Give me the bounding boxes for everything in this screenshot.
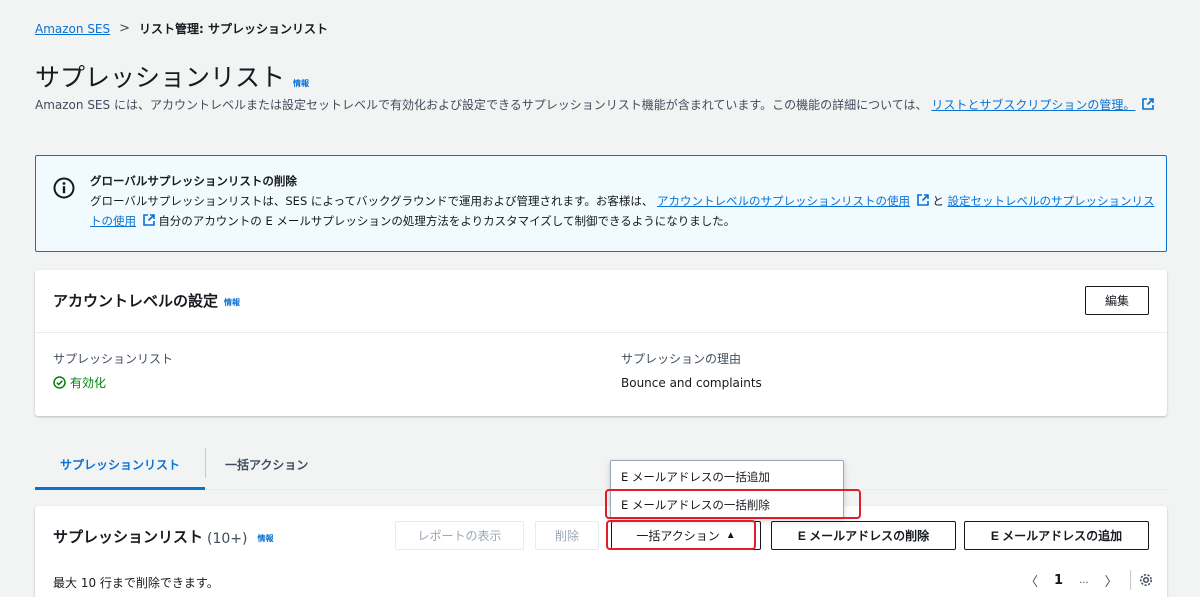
alert-text-1: グローバルサプレッションリストは、SES によってバックグラウンドで運用および管…	[90, 194, 654, 208]
pagination: 〈 1 ... 〉	[1017, 570, 1153, 590]
list-title: サプレッションリスト	[53, 528, 204, 546]
account-settings-card: アカウントレベルの設定 情報 編集 サプレッションリスト 有効化 サプレッション…	[35, 270, 1167, 416]
card-divider	[35, 332, 1167, 333]
lists-subscriptions-link[interactable]: リストとサブスクリプションの管理。	[931, 98, 1135, 112]
account-level-suppression-link[interactable]: アカウントレベルのサプレッションリストの使用	[657, 194, 910, 208]
edit-button[interactable]: 編集	[1085, 286, 1149, 315]
list-count: (10+)	[207, 531, 248, 547]
suppression-list-value: 有効化	[70, 376, 107, 390]
caret-up-icon: ▲	[725, 530, 736, 541]
list-info-link[interactable]: 情報	[257, 533, 273, 544]
list-header: サプレッションリスト (10+) 情報	[53, 526, 273, 547]
alert-text-2: と	[932, 194, 948, 208]
suppression-list-card: サプレッションリスト (10+) 情報 レポートの表示 削除 一括アクション ▲…	[35, 506, 1167, 597]
page-info-link[interactable]: 情報	[293, 78, 309, 89]
tab-divider	[205, 448, 206, 478]
suppression-reason-value: Bounce and complaints	[621, 376, 762, 390]
page-description: Amazon SES には、アカウントレベルまたは設定セットレベルで有効化および…	[35, 95, 1175, 115]
info-alert: グローバルサプレッションリストの削除 グローバルサプレッションリストは、SES …	[35, 155, 1167, 252]
external-link-icon	[1142, 98, 1155, 110]
add-email-button[interactable]: E メールアドレスの追加	[964, 521, 1149, 550]
delete-button[interactable]: 削除	[535, 521, 599, 550]
delete-limit-note: 最大 10 行まで削除できます。	[53, 576, 219, 590]
menu-bulk-delete-emails[interactable]: E メールアドレスの一括削除	[611, 490, 843, 519]
delete-email-button[interactable]: E メールアドレスの削除	[771, 521, 956, 550]
menu-bulk-add-emails[interactable]: E メールアドレスの一括追加	[611, 462, 843, 491]
page-number[interactable]: 1	[1046, 573, 1071, 588]
alert-body: グローバルサプレッションリストは、SES によってバックグラウンドで運用および管…	[90, 191, 1160, 231]
bulk-actions-button[interactable]: 一括アクション ▲	[611, 521, 761, 550]
page-ellipsis: ...	[1079, 574, 1089, 586]
prev-page-button[interactable]: 〈	[1017, 571, 1046, 590]
account-settings-title: アカウントレベルの設定	[53, 292, 219, 310]
account-info-link[interactable]: 情報	[224, 297, 240, 308]
external-link-icon	[916, 194, 929, 206]
bulk-actions-menu: E メールアドレスの一括追加 E メールアドレスの一括削除	[610, 460, 844, 519]
suppression-list-status: 有効化	[53, 374, 106, 391]
alert-text-3: 自分のアカウントの E メールサプレッションの処理方法をよりカスタマイズして制御…	[158, 214, 736, 228]
account-settings-header: アカウントレベルの設定 情報	[53, 290, 240, 311]
page-title: サプレッションリスト 情報	[35, 58, 309, 94]
tab-suppression-list[interactable]: サプレッションリスト	[35, 444, 205, 490]
bulk-actions-label: 一括アクション	[636, 529, 720, 543]
breadcrumb-separator: >	[119, 21, 131, 36]
page-description-text: Amazon SES には、アカウントレベルまたは設定セットレベルで有効化および…	[35, 98, 928, 112]
external-link-icon	[142, 214, 155, 226]
view-report-button[interactable]: レポートの表示	[395, 521, 524, 550]
breadcrumb-current: リスト管理: サプレッションリスト	[139, 22, 329, 36]
info-circle-icon	[53, 177, 75, 199]
breadcrumb: Amazon SES > リスト管理: サプレッションリスト	[35, 20, 328, 37]
check-circle-icon	[53, 376, 66, 389]
page-title-text: サプレッションリスト	[35, 63, 286, 92]
alert-title: グローバルサプレッションリストの削除	[90, 174, 297, 188]
suppression-list-label: サプレッションリスト	[53, 352, 174, 366]
gear-icon[interactable]	[1139, 573, 1153, 587]
tab-bar: サプレッションリスト 一括アクション	[35, 444, 1167, 490]
suppression-reason-label: サプレッションの理由	[621, 352, 742, 366]
tab-bulk-actions[interactable]: 一括アクション	[225, 444, 308, 490]
next-page-button[interactable]: 〉	[1097, 571, 1126, 590]
breadcrumb-amazon-ses[interactable]: Amazon SES	[35, 22, 110, 36]
pager-divider	[1129, 570, 1131, 590]
